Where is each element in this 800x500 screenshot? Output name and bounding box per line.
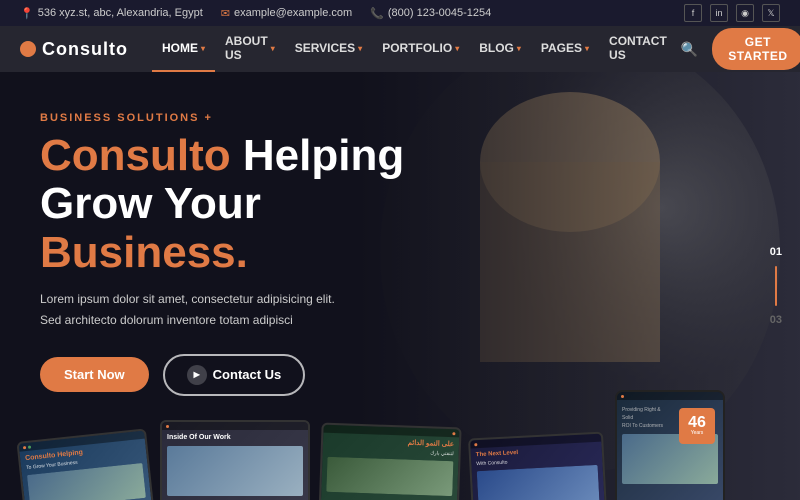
nav-right: 🔍 Get Started [677, 28, 800, 70]
device-5-content: Providing Right &SolidROI To Customers 4… [617, 400, 723, 500]
play-icon: ▶ [187, 365, 207, 385]
badge-46: 46 Years [679, 408, 715, 444]
device-3-img [326, 457, 453, 496]
topbar-email: ✉ example@example.com [221, 7, 352, 20]
hero-title: Consulto Helping Grow Your Business. [40, 132, 480, 277]
search-icon[interactable]: 🔍 [677, 37, 702, 62]
get-started-button[interactable]: Get Started [712, 28, 800, 70]
twitter-icon[interactable]: 𝕏 [762, 4, 780, 22]
device-4: The Next Level With Consulto [468, 432, 608, 500]
device-4-img [477, 465, 600, 500]
nav-home[interactable]: HOME ▾ [152, 26, 215, 72]
nav-about[interactable]: ABOUT US ▾ [215, 26, 285, 72]
device-1: Consulto Helping To Grow Your Business [16, 428, 155, 500]
device-row: Consulto Helping To Grow Your Business I… [20, 390, 750, 500]
device-2-title: Inside Of Our Work [167, 434, 303, 442]
chevron-down-icon: ▾ [358, 44, 362, 53]
topbar-left: 📍 536 xyz.st, abc, Alexandria, Egypt ✉ e… [20, 7, 491, 20]
location-icon: 📍 [20, 7, 34, 20]
topbar: 📍 536 xyz.st, abc, Alexandria, Egypt ✉ e… [0, 0, 800, 26]
slide-number-inactive[interactable]: 03 [770, 314, 782, 326]
device-2: Inside Of Our Work [160, 420, 310, 500]
hero-description: Lorem ipsum dolor sit amet, consectetur … [40, 289, 440, 330]
nav-links: HOME ▾ ABOUT US ▾ SERVICES ▾ PORTFOLIO ▾… [152, 26, 677, 72]
device-3-screen: على النمو الدائم لتنفتي بارك [320, 425, 459, 500]
hero-brand-name: Consulto [40, 131, 231, 180]
slide-line [775, 266, 777, 306]
facebook-icon[interactable]: f [684, 4, 702, 22]
hero-section: BUSINESS SOLUTIONS + Consulto Helping Gr… [0, 72, 800, 500]
device-4-content: The Next Level With Consulto [471, 442, 606, 500]
device-2-img [167, 446, 303, 496]
device-5: Providing Right &SolidROI To Customers 4… [615, 390, 725, 500]
device-5-screen: Providing Right &SolidROI To Customers 4… [617, 392, 723, 500]
topbar-address: 📍 536 xyz.st, abc, Alexandria, Egypt [20, 7, 203, 20]
device-dot [166, 425, 169, 428]
nav-blog[interactable]: BLOG ▾ [469, 26, 531, 72]
hero-highlight: Business. [40, 228, 248, 277]
linkedin-icon[interactable]: in [710, 4, 728, 22]
device-2-topbar [162, 422, 308, 430]
device-dot [23, 446, 26, 449]
device-dot [474, 443, 477, 446]
device-4-screen: The Next Level With Consulto [470, 434, 605, 500]
badge-number: 46 [688, 415, 706, 431]
device-dot [28, 445, 31, 448]
logo-text: Consulto [42, 39, 128, 60]
badge-label: Years [691, 431, 704, 437]
slide-indicators: 01 03 [770, 246, 782, 326]
logo[interactable]: Consulto [20, 39, 128, 60]
start-now-button[interactable]: Start Now [40, 357, 149, 392]
nav-pages[interactable]: PAGES ▾ [531, 26, 599, 72]
device-1-screen: Consulto Helping To Grow Your Business [19, 431, 154, 500]
topbar-socials: f in ◉ 𝕏 [684, 4, 780, 22]
device-5-topbar [617, 392, 723, 400]
nav-contact[interactable]: CONTACT US [599, 26, 677, 72]
instagram-icon[interactable]: ◉ [736, 4, 754, 22]
hero-subtitle: BUSINESS SOLUTIONS + [40, 112, 480, 124]
nav-services[interactable]: SERVICES ▾ [285, 26, 372, 72]
device-3-content: على النمو الدائم لتنفتي بارك [320, 433, 459, 500]
chevron-down-icon: ▾ [455, 44, 459, 53]
nav-portfolio[interactable]: PORTFOLIO ▾ [372, 26, 469, 72]
chevron-down-icon: ▾ [517, 44, 521, 53]
device-dot [621, 395, 624, 398]
topbar-phone: 📞 (800) 123-0045-1254 [370, 7, 491, 20]
device-dot [452, 432, 455, 435]
device-3: على النمو الدائم لتنفتي بارك [318, 423, 461, 500]
device-2-content: Inside Of Our Work [162, 430, 308, 500]
chevron-down-icon: ▾ [585, 44, 589, 53]
chevron-down-icon: ▾ [271, 44, 275, 53]
email-icon: ✉ [221, 7, 230, 20]
navbar: Consulto HOME ▾ ABOUT US ▾ SERVICES ▾ PO… [0, 26, 800, 72]
hero-content: BUSINESS SOLUTIONS + Consulto Helping Gr… [0, 72, 520, 396]
logo-dot [20, 41, 36, 57]
chevron-down-icon: ▾ [201, 44, 205, 53]
device-2-screen: Inside Of Our Work [162, 422, 308, 500]
slide-number-active[interactable]: 01 [770, 246, 782, 258]
phone-icon: 📞 [370, 7, 384, 20]
